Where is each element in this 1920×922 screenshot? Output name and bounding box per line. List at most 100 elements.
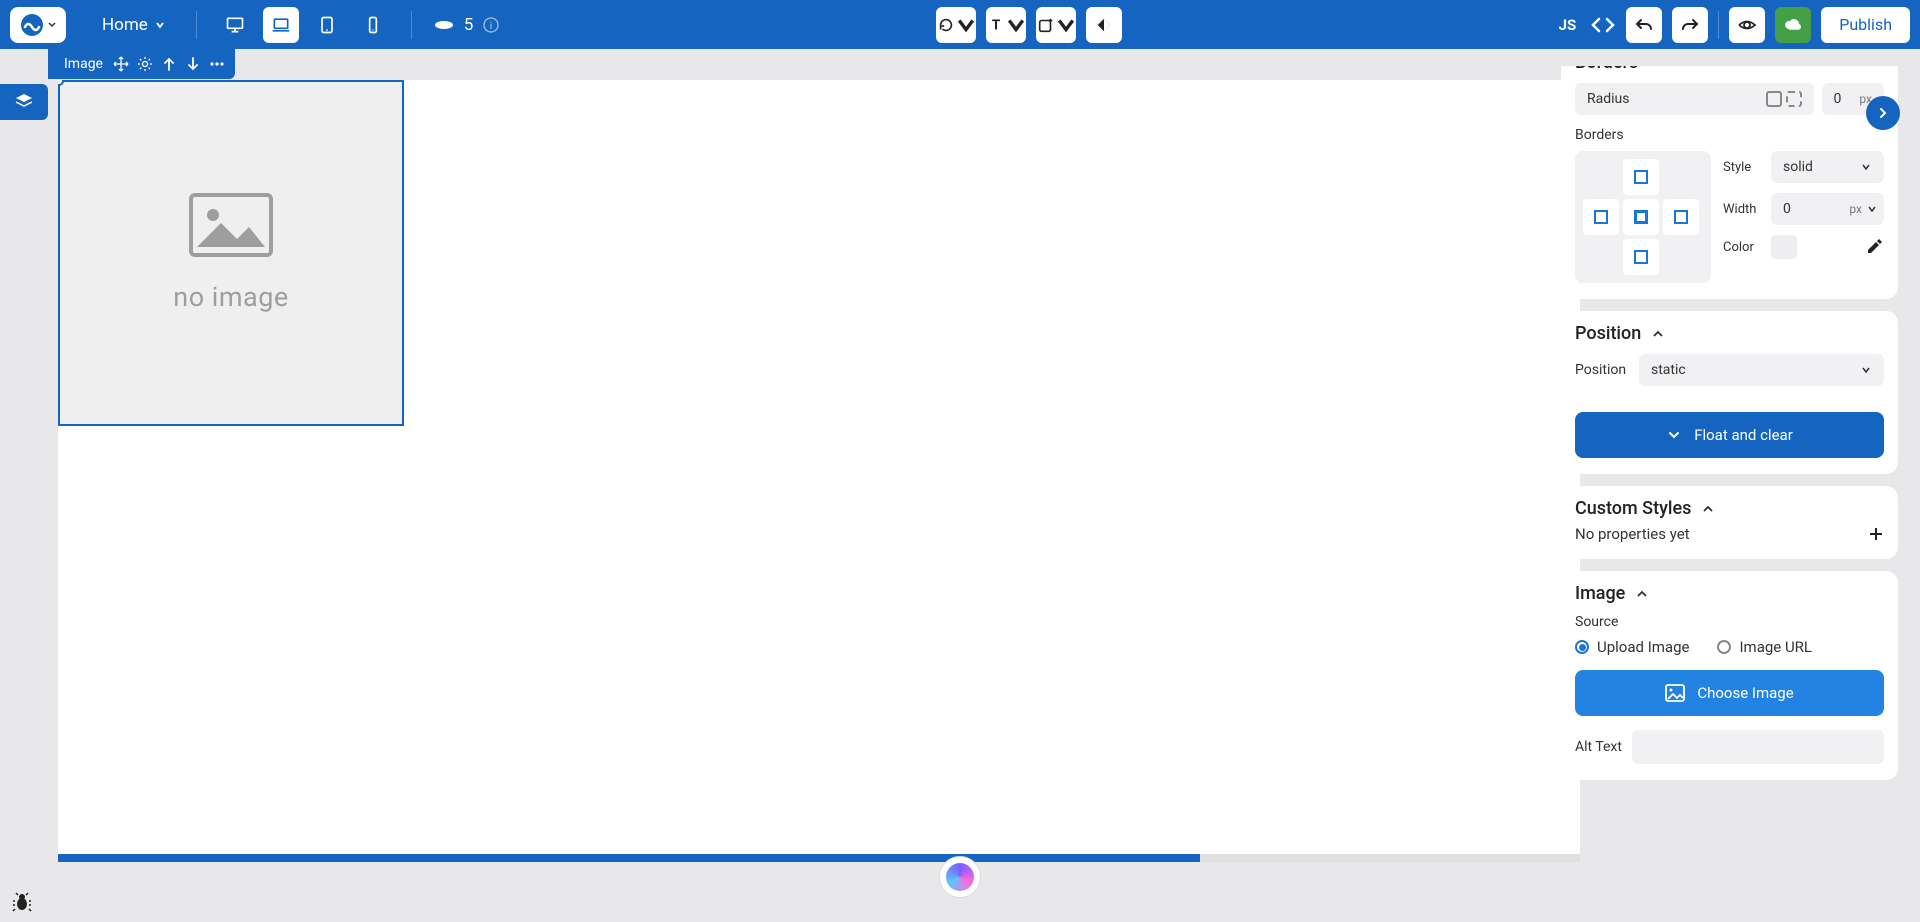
radius-label: Radius bbox=[1587, 91, 1630, 107]
add-style-button[interactable] bbox=[1868, 526, 1884, 542]
info-icon[interactable]: i bbox=[483, 17, 499, 33]
move-down-button[interactable] bbox=[185, 56, 201, 72]
code-icon[interactable] bbox=[1590, 15, 1616, 35]
borders-section-title: Borders bbox=[1575, 66, 1638, 73]
resize-handle[interactable] bbox=[58, 80, 64, 86]
assistant-button[interactable] bbox=[939, 856, 981, 898]
text-tool-button[interactable]: T bbox=[986, 7, 1026, 43]
chevron-down-icon bbox=[154, 19, 166, 31]
image-icon bbox=[1665, 684, 1685, 702]
more-button[interactable] bbox=[209, 56, 225, 72]
upload-image-radio[interactable]: Upload Image bbox=[1575, 638, 1689, 656]
image-url-label: Image URL bbox=[1739, 638, 1812, 656]
border-style-select[interactable]: solid bbox=[1771, 151, 1884, 183]
svg-text:T: T bbox=[992, 17, 1001, 33]
undo-button[interactable] bbox=[1626, 7, 1662, 43]
collapse-image-button[interactable] bbox=[1635, 587, 1649, 601]
divider bbox=[1718, 11, 1719, 39]
scrollbar-thumb[interactable] bbox=[58, 854, 1200, 862]
page-name: Home bbox=[102, 15, 148, 35]
chevron-down-icon bbox=[1866, 203, 1878, 215]
alt-text-input[interactable] bbox=[1632, 730, 1884, 764]
container-tool-button[interactable] bbox=[1036, 7, 1076, 43]
device-tablet-button[interactable] bbox=[309, 7, 345, 43]
contrast-tool-button[interactable] bbox=[1086, 7, 1122, 43]
no-image-label: no image bbox=[173, 281, 288, 313]
mobile-icon bbox=[363, 15, 383, 35]
choose-image-button[interactable]: Choose Image bbox=[1575, 670, 1884, 716]
float-clear-button[interactable]: Float and clear bbox=[1575, 412, 1884, 458]
redo-button[interactable] bbox=[1672, 7, 1708, 43]
position-value: static bbox=[1651, 362, 1686, 378]
chevron-down-icon bbox=[957, 16, 975, 34]
cloud-icon bbox=[1783, 15, 1803, 35]
chevron-up-icon bbox=[1635, 587, 1649, 601]
arrow-up-icon bbox=[161, 56, 177, 72]
page-selector[interactable]: Home bbox=[102, 15, 166, 35]
redo-icon bbox=[1681, 16, 1699, 34]
canvas-scrollbar[interactable] bbox=[58, 854, 1580, 862]
settings-button[interactable] bbox=[137, 56, 153, 72]
borders-sub-label: Borders bbox=[1575, 127, 1884, 143]
radius-mode-toggles[interactable] bbox=[1766, 91, 1802, 107]
collapse-position-button[interactable] bbox=[1651, 327, 1665, 341]
image-url-radio[interactable]: Image URL bbox=[1717, 638, 1812, 656]
position-select[interactable]: static bbox=[1639, 354, 1884, 386]
canvas[interactable]: no image bbox=[58, 80, 1580, 862]
chevron-up-icon bbox=[1651, 327, 1665, 341]
custom-styles-section-title: Custom Styles bbox=[1575, 498, 1691, 519]
diamond-icon bbox=[1095, 16, 1113, 34]
move-button[interactable] bbox=[113, 56, 129, 72]
move-up-button[interactable] bbox=[161, 56, 177, 72]
arrow-down-icon bbox=[185, 56, 201, 72]
border-side-selector[interactable] bbox=[1575, 151, 1711, 283]
border-all-button[interactable] bbox=[1623, 199, 1659, 235]
border-width-unit: px bbox=[1849, 202, 1862, 216]
logo-menu-button[interactable] bbox=[10, 7, 66, 43]
position-label: Position bbox=[1575, 362, 1631, 378]
js-button[interactable]: JS bbox=[1559, 16, 1577, 34]
bug-icon bbox=[11, 891, 33, 913]
border-bottom-button[interactable] bbox=[1623, 239, 1659, 275]
border-color-swatch[interactable] bbox=[1771, 235, 1797, 259]
collapse-borders-button[interactable] bbox=[1648, 66, 1662, 70]
device-mobile-button[interactable] bbox=[355, 7, 391, 43]
gear-icon bbox=[137, 56, 153, 72]
image-placeholder-icon bbox=[189, 193, 273, 257]
preview-button[interactable] bbox=[1729, 7, 1765, 43]
radio-checked-icon bbox=[1575, 640, 1589, 654]
chevron-down-icon bbox=[1057, 16, 1075, 34]
border-width-value: 0 bbox=[1783, 201, 1791, 217]
choose-image-label: Choose Image bbox=[1697, 684, 1793, 702]
border-color-label: Color bbox=[1723, 240, 1763, 255]
laptop-icon bbox=[271, 15, 291, 35]
collapse-custom-button[interactable] bbox=[1701, 502, 1715, 516]
device-laptop-button[interactable] bbox=[263, 7, 299, 43]
chevron-right-icon bbox=[1876, 106, 1890, 120]
chevron-down-icon bbox=[47, 20, 57, 30]
border-top-button[interactable] bbox=[1623, 159, 1659, 195]
border-width-input[interactable]: 0 px bbox=[1771, 193, 1884, 225]
source-label: Source bbox=[1575, 614, 1884, 630]
radius-all-icon bbox=[1766, 91, 1782, 107]
radius-value[interactable]: 0 bbox=[1834, 91, 1842, 107]
eyedropper-button[interactable] bbox=[1864, 237, 1884, 257]
eyedropper-icon bbox=[1864, 237, 1884, 257]
layers-button[interactable] bbox=[0, 84, 48, 120]
device-desktop-button[interactable] bbox=[217, 7, 253, 43]
image-section-title: Image bbox=[1575, 583, 1625, 604]
panel-collapse-button[interactable] bbox=[1866, 96, 1900, 130]
border-right-button[interactable] bbox=[1663, 199, 1699, 235]
refresh-button[interactable] bbox=[936, 7, 976, 43]
border-left-button[interactable] bbox=[1583, 199, 1619, 235]
svg-text:i: i bbox=[490, 21, 492, 32]
breakpoint-icon bbox=[434, 18, 454, 32]
position-section-title: Position bbox=[1575, 323, 1641, 344]
container-icon bbox=[1037, 16, 1055, 34]
debug-button[interactable] bbox=[6, 886, 38, 918]
image-widget[interactable]: no image bbox=[58, 80, 404, 426]
save-button[interactable] bbox=[1775, 7, 1811, 43]
border-style-value: solid bbox=[1783, 159, 1813, 175]
publish-button[interactable]: Publish bbox=[1821, 7, 1910, 43]
border-style-label: Style bbox=[1723, 160, 1763, 175]
